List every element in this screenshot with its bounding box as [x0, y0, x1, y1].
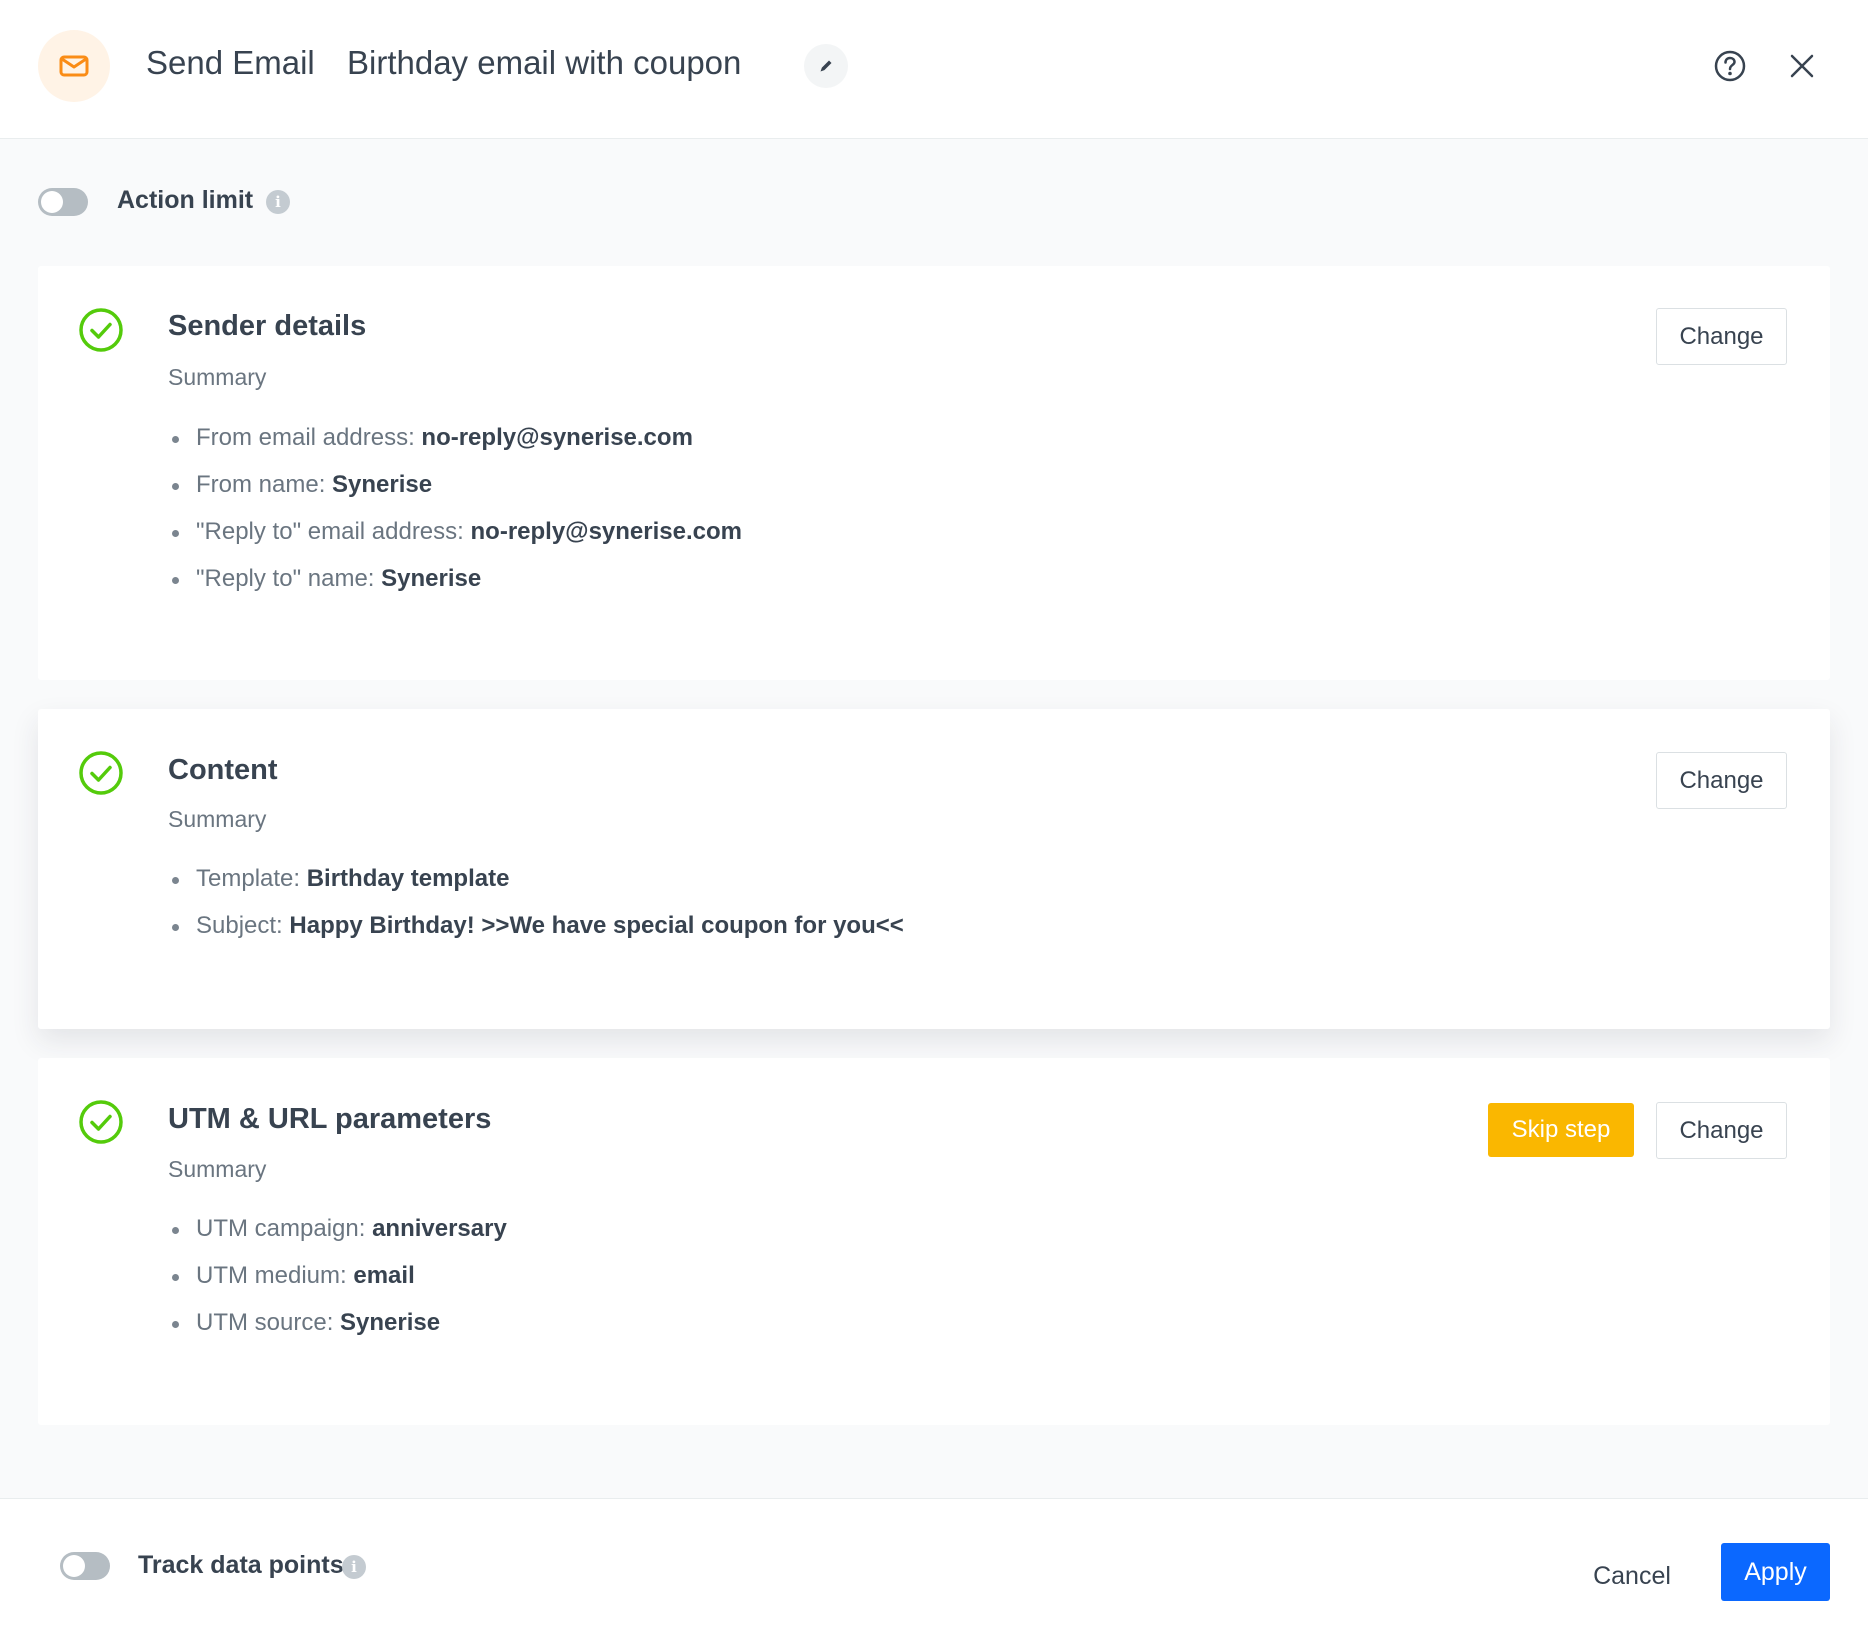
- sender-summary-list: From email address: no-reply@synerise.co…: [168, 414, 742, 602]
- card-title: Sender details: [168, 310, 367, 342]
- item-value: Synerise: [340, 1309, 441, 1336]
- list-item: Subject: Happy Birthday! >>We have speci…: [168, 902, 904, 949]
- sender-change-button[interactable]: Change: [1656, 308, 1787, 365]
- item-key: "Reply to" email address:: [196, 518, 471, 545]
- list-item: UTM medium: email: [168, 1252, 507, 1299]
- item-value: no-reply@synerise.com: [421, 424, 693, 451]
- item-value: no-reply@synerise.com: [470, 518, 743, 545]
- card-title: UTM & URL parameters: [168, 1103, 492, 1135]
- check-circle-icon: [79, 1100, 123, 1144]
- content-summary-list: Template: Birthday template Subject: Hap…: [168, 855, 904, 949]
- utm-summary-list: UTM campaign: anniversary UTM medium: em…: [168, 1205, 507, 1346]
- modal-header: Send Email Birthday email with coupon: [0, 0, 1868, 139]
- item-key: UTM source:: [196, 1309, 341, 1336]
- item-key: From email address:: [196, 424, 422, 451]
- item-key: UTM campaign:: [196, 1215, 373, 1242]
- list-item: "Reply to" name: Synerise: [168, 555, 742, 602]
- utm-parameters-card: UTM & URL parameters Summary Skip step C…: [38, 1058, 1830, 1425]
- item-key: "Reply to" name:: [196, 565, 382, 592]
- info-icon[interactable]: i: [342, 1555, 366, 1579]
- action-limit-toggle[interactable]: [38, 188, 88, 216]
- node-type-title: Send Email: [146, 44, 315, 81]
- track-data-points-toggle[interactable]: [60, 1552, 110, 1580]
- item-value: anniversary: [372, 1215, 507, 1242]
- node-name-title: Birthday email with coupon: [347, 44, 742, 81]
- item-value: Synerise: [332, 471, 433, 498]
- list-item: Template: Birthday template: [168, 855, 904, 902]
- track-data-points-label: Track data points: [138, 1551, 344, 1579]
- list-item: UTM campaign: anniversary: [168, 1205, 507, 1252]
- toggle-knob: [41, 191, 63, 213]
- apply-button[interactable]: Apply: [1721, 1543, 1830, 1601]
- toggle-knob: [63, 1555, 85, 1577]
- list-item: UTM source: Synerise: [168, 1299, 507, 1346]
- modal-footer: Track data points i Cancel Apply: [0, 1498, 1868, 1626]
- info-icon[interactable]: i: [266, 190, 290, 214]
- utm-change-button[interactable]: Change: [1656, 1102, 1787, 1159]
- list-item: "Reply to" email address: no-reply@syner…: [168, 508, 742, 555]
- check-circle-icon: [79, 751, 123, 795]
- content-card: Content Summary Change Template: Birthda…: [38, 709, 1830, 1029]
- send-email-modal: Send Email Birthday email with coupon Ac…: [0, 0, 1868, 1626]
- check-circle-icon: [79, 308, 123, 352]
- pencil-icon: [820, 60, 832, 72]
- help-button[interactable]: [1712, 48, 1748, 84]
- list-item: From email address: no-reply@synerise.co…: [168, 414, 742, 461]
- item-value: Birthday template: [306, 865, 510, 892]
- item-key: Subject:: [196, 912, 290, 939]
- item-key: Template:: [196, 865, 307, 892]
- card-subtitle: Summary: [168, 364, 267, 390]
- item-value: Happy Birthday! >>We have special coupon…: [289, 912, 904, 939]
- card-subtitle: Summary: [168, 806, 267, 832]
- item-value: Synerise: [381, 565, 482, 592]
- item-value: email: [353, 1262, 415, 1289]
- item-key: From name:: [196, 471, 333, 498]
- help-circle-icon: [1714, 50, 1746, 82]
- sender-details-card: Sender details Summary Change From email…: [38, 266, 1830, 680]
- card-title: Content: [168, 754, 278, 786]
- cancel-button[interactable]: Cancel: [1570, 1547, 1694, 1605]
- action-limit-label: Action limit: [117, 186, 254, 214]
- close-button[interactable]: [1784, 48, 1820, 84]
- edit-name-button[interactable]: [804, 44, 848, 88]
- card-subtitle: Summary: [168, 1156, 267, 1182]
- content-change-button[interactable]: Change: [1656, 752, 1787, 809]
- envelope-icon: [38, 30, 110, 102]
- item-key: UTM medium:: [196, 1262, 354, 1289]
- skip-step-button[interactable]: Skip step: [1488, 1103, 1634, 1157]
- list-item: From name: Synerise: [168, 461, 742, 508]
- close-icon: [1790, 54, 1814, 78]
